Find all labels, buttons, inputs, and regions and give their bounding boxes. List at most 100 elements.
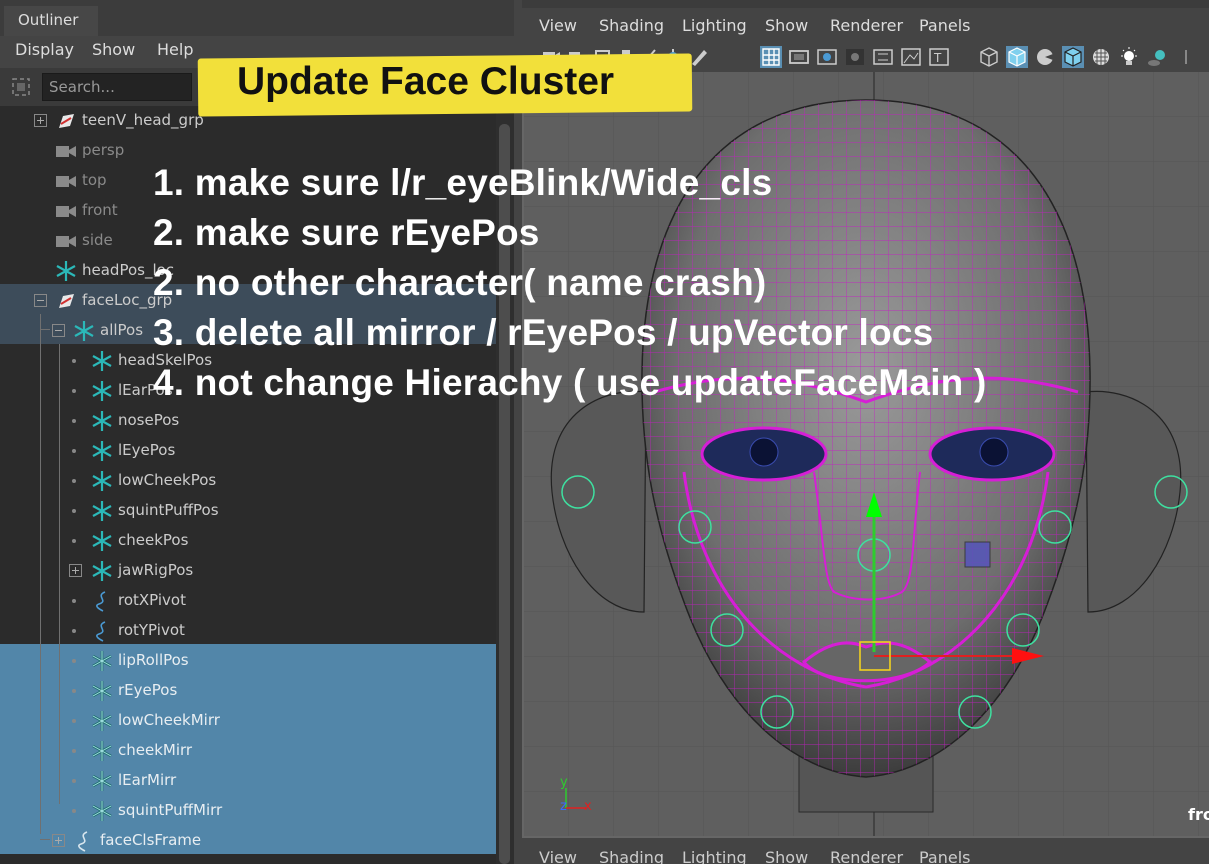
camera-icon — [56, 206, 76, 217]
default-material-icon[interactable] — [1034, 46, 1056, 68]
wireframe-cube-icon[interactable] — [978, 46, 1000, 68]
transform-group-icon — [59, 114, 74, 128]
expand-toggle[interactable] — [69, 564, 82, 577]
annotation-line: 4. not change Hierachy ( use updateFaceM… — [153, 362, 987, 403]
film-gate-icon[interactable] — [788, 46, 810, 68]
tree-item-selected[interactable]: lowCheekMirr — [0, 706, 496, 736]
tree-dot — [72, 689, 76, 693]
tree-item-label: squintPuffMirr — [118, 801, 223, 819]
tree-item-selected[interactable]: lipRollPos — [0, 646, 496, 676]
safe-action-icon[interactable] — [900, 46, 922, 68]
tree-dot — [72, 389, 76, 393]
tree-dot — [72, 719, 76, 723]
tree-dot — [72, 509, 76, 513]
tree-item-selected[interactable]: squintPuffMirr — [0, 796, 496, 826]
menu-shading[interactable]: Shading — [599, 16, 664, 35]
tree-dot — [72, 599, 76, 603]
tree-item-label: lEarMirr — [118, 771, 177, 789]
locator-icon — [92, 381, 112, 401]
expand-toggle[interactable] — [34, 114, 47, 127]
tree-item-selected[interactable]: rEyePos — [0, 676, 496, 706]
tree-item-label: rotYPivot — [118, 621, 185, 639]
tree-dot — [72, 749, 76, 753]
transform-group-icon — [59, 294, 74, 308]
locator-icon — [92, 471, 112, 491]
tree-item-selected[interactable]: lEarMirr — [0, 766, 496, 796]
tree-item[interactable]: lowCheekPos — [0, 466, 496, 496]
lights-icon[interactable] — [1118, 46, 1140, 68]
tree-item[interactable]: jawRigPos — [0, 556, 496, 586]
tree-dot — [72, 779, 76, 783]
menu-display[interactable]: Display — [15, 40, 74, 59]
collapse-toggle[interactable] — [34, 294, 47, 307]
camera-icon — [56, 146, 76, 157]
menu-panels[interactable]: Panels — [919, 16, 971, 35]
axis-label-x: x — [584, 799, 592, 814]
menu-show[interactable]: Show — [765, 16, 808, 35]
menu-view-lower[interactable]: View — [539, 848, 577, 864]
tree-item[interactable]: rotXPivot — [0, 586, 496, 616]
tree-item[interactable]: squintPuffPos — [0, 496, 496, 526]
expand-toggle[interactable] — [52, 834, 65, 847]
viewport-menubar-lower: View Shading Lighting Show Renderer Pane… — [522, 838, 1209, 864]
viewport-top-strip — [522, 0, 1209, 8]
shadows-icon[interactable] — [1146, 46, 1168, 68]
menu-view[interactable]: View — [539, 16, 577, 35]
menu-help[interactable]: Help — [157, 40, 193, 59]
menu-lighting[interactable]: Lighting — [682, 16, 747, 35]
tree-item[interactable]: lEyePos — [0, 436, 496, 466]
toolbar-separator-icon — [1185, 50, 1187, 64]
menu-show-lower[interactable]: Show — [765, 848, 808, 864]
locator-icon — [92, 531, 112, 551]
annotation-line: 1. make sure l/r_eyeBlink/Wide_cls — [153, 162, 773, 203]
locator-icon — [92, 651, 112, 671]
camera-icon — [56, 236, 76, 247]
resolution-gate-icon[interactable] — [816, 46, 838, 68]
tree-dot — [72, 419, 76, 423]
grid-icon[interactable] — [760, 46, 782, 68]
field-chart-icon[interactable] — [872, 46, 894, 68]
menu-lighting-lower[interactable]: Lighting — [682, 848, 747, 864]
textured-icon[interactable] — [1090, 46, 1112, 68]
tree-item-selected[interactable]: faceClsFrame — [0, 826, 496, 856]
menu-show[interactable]: Show — [92, 40, 135, 59]
smooth-shade-cube-icon[interactable] — [1006, 46, 1028, 68]
tree-item[interactable]: nosePos — [0, 406, 496, 436]
annotation-line: 3. delete all mirror / rEyePos / upVecto… — [153, 312, 934, 353]
tab-outliner[interactable]: Outliner — [4, 6, 98, 36]
curve-icon — [96, 591, 106, 612]
tree-item[interactable]: cheekPos — [0, 526, 496, 556]
wireframe-on-shaded-icon[interactable] — [1062, 46, 1084, 68]
tree-item-label: lEyePos — [118, 441, 176, 459]
tree-item-label: lowCheekPos — [118, 471, 217, 489]
curve-icon — [96, 621, 106, 642]
tree-item-label: lowCheekMirr — [118, 711, 220, 729]
axis-label-y: y — [560, 775, 568, 790]
tree-item-label: rotXPivot — [118, 591, 186, 609]
tree-dot — [72, 539, 76, 543]
tree-dot — [72, 629, 76, 633]
menu-renderer[interactable]: Renderer — [830, 16, 903, 35]
viewport-menubar: View Shading Lighting Show Renderer Pane… — [522, 8, 1209, 42]
safe-title-icon[interactable]: T — [928, 46, 950, 68]
locator-icon — [92, 741, 112, 761]
menu-shading-lower[interactable]: Shading — [599, 848, 664, 864]
search-input[interactable] — [42, 73, 192, 101]
tree-item-label: side — [82, 231, 113, 249]
locator-icon — [92, 351, 112, 371]
annotation-line: 2. no other character( name crash) — [153, 262, 767, 303]
locator-icon — [92, 681, 112, 701]
menu-panels-lower[interactable]: Panels — [919, 848, 971, 864]
gate-mask-icon[interactable] — [844, 46, 866, 68]
tree-item-selected[interactable]: cheekMirr — [0, 736, 496, 766]
tree-item[interactable]: rotYPivot — [0, 616, 496, 646]
locator-icon — [92, 411, 112, 431]
axis-label-z: z — [560, 799, 567, 814]
menu-renderer-lower[interactable]: Renderer — [830, 848, 903, 864]
collapse-toggle[interactable] — [52, 324, 65, 337]
annotation-title: Update Face Cluster — [237, 60, 615, 103]
locator-icon — [92, 711, 112, 731]
filter-icon[interactable] — [10, 76, 32, 98]
locator-icon — [74, 321, 94, 341]
tree-item-label: rEyePos — [118, 681, 178, 699]
